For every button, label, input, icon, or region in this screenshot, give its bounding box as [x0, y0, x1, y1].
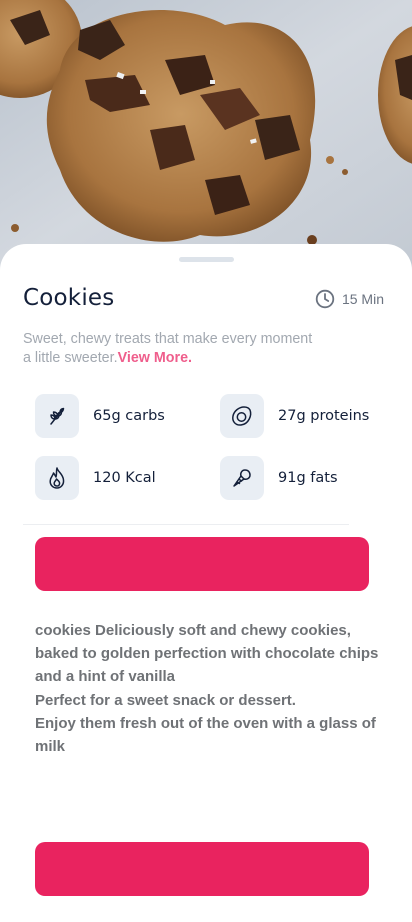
- recipe-title: Cookies: [23, 285, 115, 311]
- recipe-details-text: cookies Deliciously soft and chewy cooki…: [35, 622, 379, 756]
- fats-label: 91g fats: [278, 470, 338, 486]
- section-divider: [23, 524, 349, 525]
- prep-time-value: 15 Min: [341, 291, 384, 307]
- nutrition-fats: 91g fats: [220, 456, 338, 500]
- bottom-action-button[interactable]: [35, 842, 369, 896]
- calories-label: 120 Kcal: [93, 470, 156, 486]
- recipe-hero-image: [0, 0, 412, 270]
- cookies-photo: [0, 0, 412, 270]
- recipe-description: Sweet, chewy treats that make every mome…: [23, 330, 313, 368]
- primary-action-button[interactable]: [35, 537, 369, 591]
- nutrition-calories: 120 Kcal: [35, 456, 156, 500]
- nutrition-carbs: 65g carbs: [35, 394, 165, 438]
- carbs-label: 65g carbs: [93, 408, 165, 424]
- recipe-detail-sheet: Cookies 15 Min Sweet, chewy treats that …: [0, 244, 412, 922]
- sheet-drag-handle[interactable]: [179, 257, 234, 262]
- nutrition-proteins: 27g proteins: [220, 394, 369, 438]
- prep-time: 15 Min: [315, 289, 384, 309]
- egg-icon: [220, 394, 264, 438]
- wheat-icon: [35, 394, 79, 438]
- flame-icon: [35, 456, 79, 500]
- clock-icon: [315, 289, 335, 309]
- view-more-link[interactable]: View More.: [118, 350, 192, 366]
- cone-icon: [220, 456, 264, 500]
- proteins-label: 27g proteins: [278, 408, 370, 424]
